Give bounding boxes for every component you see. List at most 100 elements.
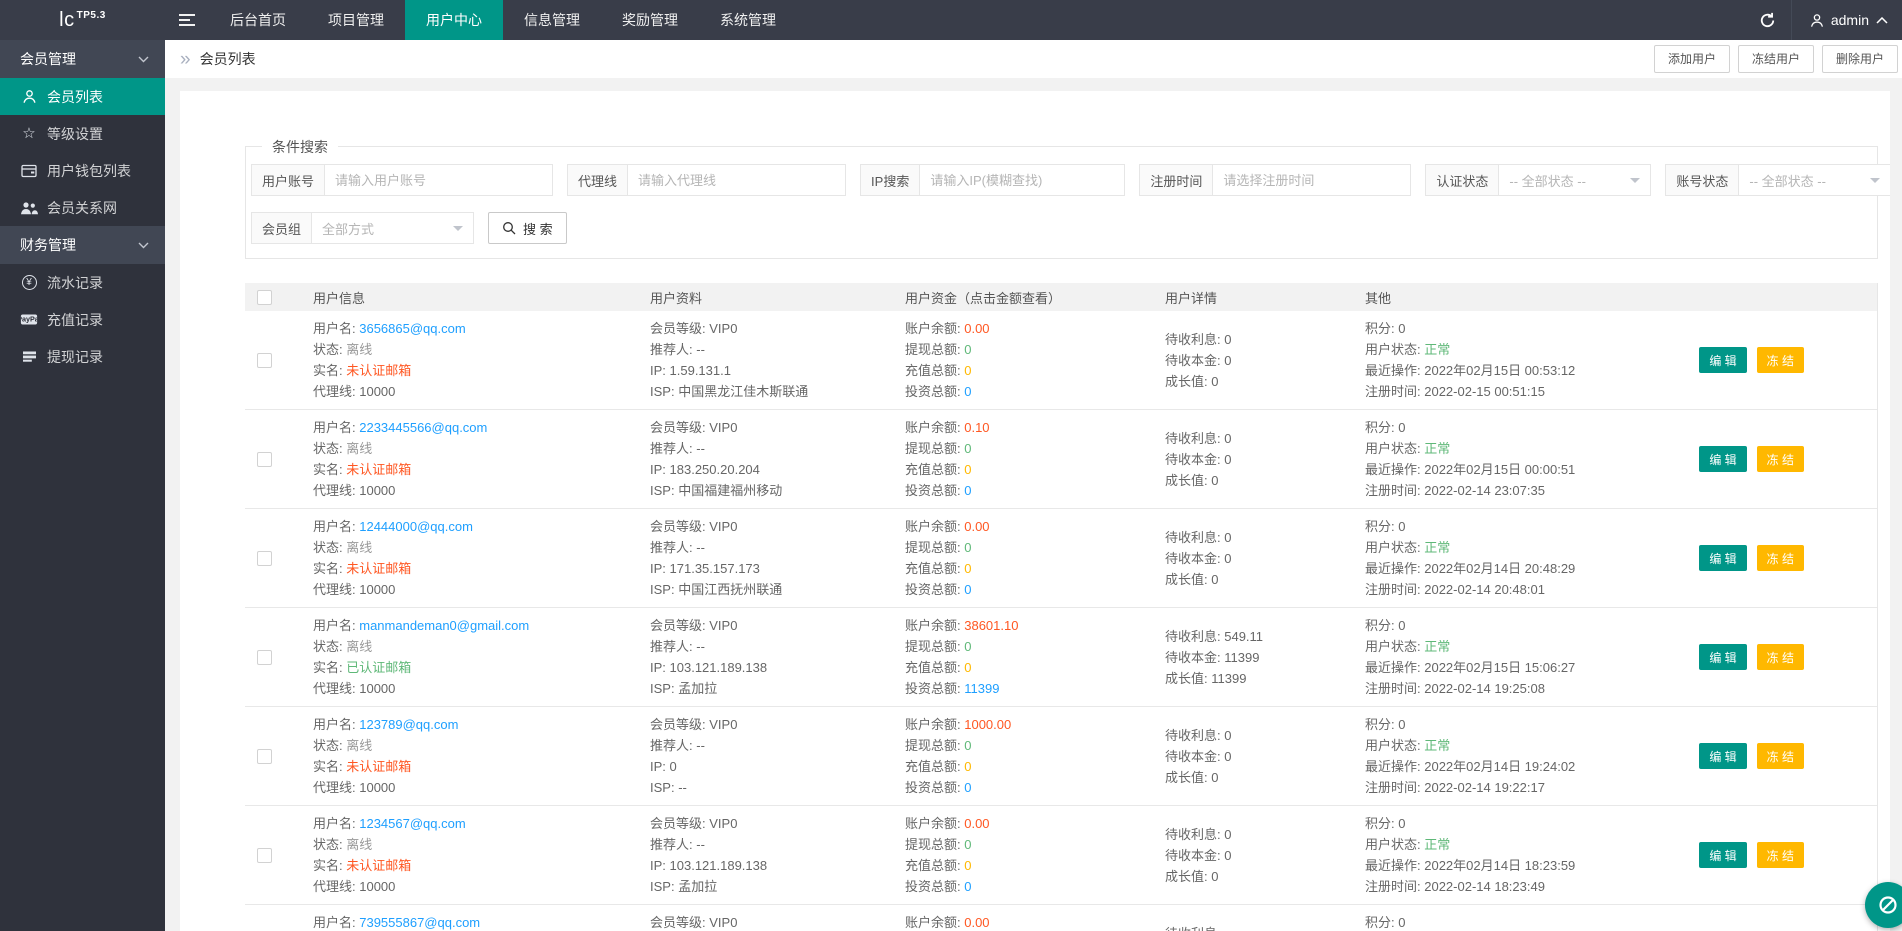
account-input[interactable] bbox=[325, 164, 553, 196]
withdraw-amount-link[interactable]: 0 bbox=[964, 540, 971, 555]
select-all-checkbox[interactable] bbox=[257, 290, 272, 305]
recharge-amount-link[interactable]: 0 bbox=[964, 363, 971, 378]
user-state-value: 正常 bbox=[1424, 837, 1450, 852]
sidebar-item-withdraw-log[interactable]: 提现记录 bbox=[0, 338, 165, 375]
recharge-amount-link[interactable]: 0 bbox=[964, 759, 971, 774]
agent-label: 代理线: bbox=[313, 582, 359, 597]
growth-value: 11399 bbox=[1211, 671, 1246, 686]
auth-status-field: 认证状态 -- 全部状态 -- bbox=[1425, 164, 1651, 196]
principal-value: 0 bbox=[1224, 848, 1231, 863]
tab-projects[interactable]: 项目管理 bbox=[307, 0, 405, 40]
sidebar-item-recharge-log[interactable]: PayPal 充值记录 bbox=[0, 301, 165, 338]
recharge-amount-link[interactable]: 0 bbox=[964, 462, 971, 477]
freeze-row-button[interactable]: 冻 结 bbox=[1757, 743, 1804, 769]
edit-button[interactable]: 编 辑 bbox=[1699, 644, 1746, 670]
freeze-row-button[interactable]: 冻 结 bbox=[1757, 545, 1804, 571]
vip-label: 会员等级: bbox=[650, 519, 709, 534]
user-email-link[interactable]: 123789@qq.com bbox=[359, 717, 458, 732]
tab-info[interactable]: 信息管理 bbox=[503, 0, 601, 40]
member-group-select[interactable]: 全部方式 bbox=[312, 212, 474, 244]
add-user-button[interactable]: 添加用户 bbox=[1654, 45, 1730, 73]
row-checkbox[interactable] bbox=[257, 353, 272, 368]
growth-value: 0 bbox=[1211, 374, 1218, 389]
user-email-link[interactable]: 1234567@qq.com bbox=[359, 816, 465, 831]
edit-button[interactable]: 编 辑 bbox=[1699, 743, 1746, 769]
withdraw-amount-link[interactable]: 0 bbox=[964, 441, 971, 456]
auth-status-select[interactable]: -- 全部状态 -- bbox=[1499, 164, 1651, 196]
recharge-amount-link[interactable]: 0 bbox=[964, 660, 971, 675]
points-label: 积分: bbox=[1365, 519, 1398, 534]
freeze-row-button[interactable]: 冻 结 bbox=[1757, 644, 1804, 670]
freeze-row-button[interactable]: 冻 结 bbox=[1757, 446, 1804, 472]
recharge-amount-link[interactable]: 0 bbox=[964, 858, 971, 873]
invest-amount-link[interactable]: 0 bbox=[964, 384, 971, 399]
balance-amount-link[interactable]: 1000.00 bbox=[964, 717, 1011, 732]
invest-amount-link[interactable]: 0 bbox=[964, 483, 971, 498]
edit-button[interactable]: 编 辑 bbox=[1699, 545, 1746, 571]
balance-label: 账户余额: bbox=[905, 816, 964, 831]
sidebar-item-member-list[interactable]: 会员列表 bbox=[0, 78, 165, 115]
other-cell: 积分: 0 用户状态: 正常 最近操作: 2022年02月15日 00:00:5… bbox=[1365, 417, 1877, 501]
last-op-label: 最近操作: bbox=[1365, 858, 1424, 873]
hamburger-menu-icon[interactable] bbox=[165, 0, 209, 40]
user-email-link[interactable]: manmandeman0@gmail.com bbox=[359, 618, 529, 633]
sidebar-item-transaction-log[interactable]: ¥ 流水记录 bbox=[0, 264, 165, 301]
row-checkbox[interactable] bbox=[257, 551, 272, 566]
balance-amount-link[interactable]: 38601.10 bbox=[964, 618, 1018, 633]
freeze-user-button[interactable]: 冻结用户 bbox=[1738, 45, 1814, 73]
balance-amount-link[interactable]: 0.00 bbox=[964, 321, 989, 336]
account-status-select[interactable]: -- 全部状态 -- bbox=[1739, 164, 1890, 196]
regtime-input[interactable] bbox=[1213, 164, 1411, 196]
sidebar-section-members[interactable]: 会员管理 bbox=[0, 40, 165, 78]
agent-input[interactable] bbox=[628, 164, 846, 196]
tab-system[interactable]: 系统管理 bbox=[699, 0, 797, 40]
balance-amount-link[interactable]: 0.10 bbox=[964, 420, 989, 435]
invest-amount-link[interactable]: 11399 bbox=[964, 681, 999, 696]
tab-dashboard[interactable]: 后台首页 bbox=[209, 0, 307, 40]
balance-amount-link[interactable]: 0.00 bbox=[964, 915, 989, 930]
invest-amount-link[interactable]: 0 bbox=[964, 780, 971, 795]
edit-button[interactable]: 编 辑 bbox=[1699, 842, 1746, 868]
withdraw-amount-link[interactable]: 0 bbox=[964, 639, 971, 654]
user-email-link[interactable]: 12444000@qq.com bbox=[359, 519, 473, 534]
refresh-icon[interactable] bbox=[1745, 0, 1791, 40]
invest-amount-link[interactable]: 0 bbox=[964, 879, 971, 894]
edit-button[interactable]: 编 辑 bbox=[1699, 446, 1746, 472]
sidebar-section-finance[interactable]: 财务管理 bbox=[0, 226, 165, 264]
ip-input[interactable] bbox=[920, 164, 1125, 196]
col-user-detail: 用户详情 bbox=[1165, 288, 1365, 307]
tab-user-center[interactable]: 用户中心 bbox=[405, 0, 503, 40]
row-checkbox[interactable] bbox=[257, 452, 272, 467]
balance-amount-link[interactable]: 0.00 bbox=[964, 519, 989, 534]
freeze-row-button[interactable]: 冻 结 bbox=[1757, 347, 1804, 373]
freeze-row-button[interactable]: 冻 结 bbox=[1757, 842, 1804, 868]
table-row: 用户名: 739555867@qq.com 状态: 实名: 代理线: 会员等级:… bbox=[245, 905, 1877, 931]
edit-button[interactable]: 编 辑 bbox=[1699, 347, 1746, 373]
tab-rewards[interactable]: 奖励管理 bbox=[601, 0, 699, 40]
search-button[interactable]: 搜 索 bbox=[488, 212, 567, 244]
isp-value: 孟加拉 bbox=[678, 879, 717, 894]
delete-user-button[interactable]: 删除用户 bbox=[1822, 45, 1898, 73]
withdraw-amount-link[interactable]: 0 bbox=[964, 342, 971, 357]
user-email-link[interactable]: 3656865@qq.com bbox=[359, 321, 465, 336]
invest-amount-link[interactable]: 0 bbox=[964, 582, 971, 597]
user-email-link[interactable]: 739555867@qq.com bbox=[359, 915, 480, 930]
sidebar-item-wallet-list[interactable]: 用户钱包列表 bbox=[0, 152, 165, 189]
row-checkbox[interactable] bbox=[257, 749, 272, 764]
sidebar-item-relationship-network[interactable]: 会员关系网 bbox=[0, 189, 165, 226]
withdraw-amount-link[interactable]: 0 bbox=[964, 738, 971, 753]
row-checkbox[interactable] bbox=[257, 848, 272, 863]
user-menu[interactable]: admin bbox=[1791, 0, 1902, 40]
sidebar-item-label: 充值记录 bbox=[47, 310, 103, 330]
row-actions: 编 辑 冻 结 bbox=[1699, 743, 1804, 769]
row-checkbox[interactable] bbox=[257, 650, 272, 665]
user-email-link[interactable]: 2233445566@qq.com bbox=[359, 420, 487, 435]
section-title: 财务管理 bbox=[20, 237, 76, 253]
sidebar-item-level-settings[interactable]: ☆ 等级设置 bbox=[0, 115, 165, 152]
recharge-amount-link[interactable]: 0 bbox=[964, 561, 971, 576]
realname-label: 实名: bbox=[313, 858, 346, 873]
member-group-label: 会员组 bbox=[251, 212, 312, 244]
last-op-value: 2022年02月15日 00:00:51 bbox=[1424, 462, 1575, 477]
balance-amount-link[interactable]: 0.00 bbox=[964, 816, 989, 831]
withdraw-amount-link[interactable]: 0 bbox=[964, 837, 971, 852]
